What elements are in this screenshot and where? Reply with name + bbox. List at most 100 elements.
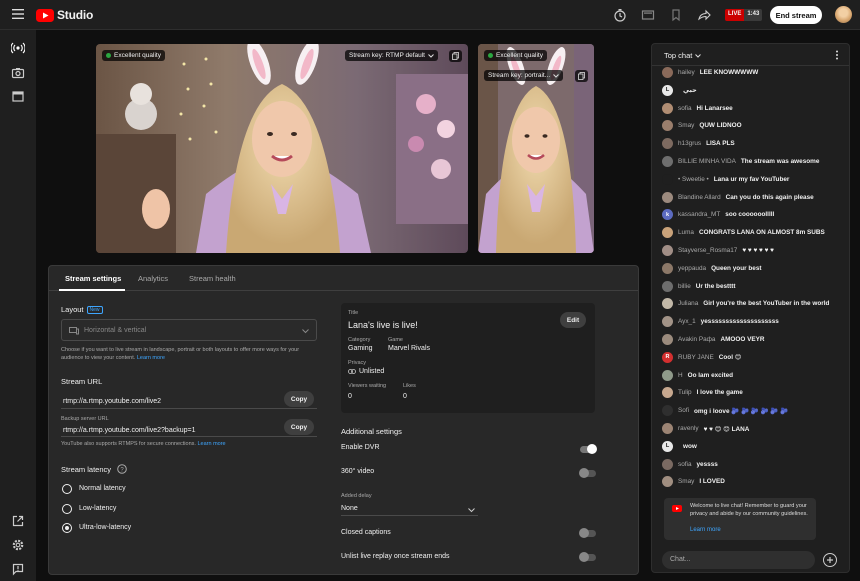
unlist-replay-toggle[interactable] [579,552,596,562]
chat-welcome-text: Welcome to live chat! Remember to guard … [690,503,808,517]
stream-url-field[interactable]: rtmp://a.rtmp.youtube.com/live2 [61,391,317,409]
stream-settings-panel: Stream settings Analytics Stream health … [48,265,639,575]
chat-author[interactable]: kassandra_MT [678,211,720,218]
live-timer-badge: LIVE 1:43 [725,9,763,21]
vertical-copy-icon[interactable] [575,70,588,82]
calendar-icon[interactable] [11,89,25,103]
chat-author[interactable]: sofia [678,105,692,112]
chat-author[interactable]: Smay [678,478,694,485]
live-label: LIVE [725,9,745,21]
more-vert-icon[interactable] [835,50,839,60]
chat-author[interactable]: Avakin Paфa [678,336,715,343]
title-field-label: Title [348,310,359,316]
rtmps-learn-more-link[interactable]: Learn more [197,441,225,447]
normal-latency-radio[interactable] [62,484,72,494]
help-question-icon[interactable]: ? [117,464,127,474]
tab-stream-settings[interactable]: Stream settings [65,274,121,283]
copy-icon[interactable] [449,50,462,62]
chat-author[interactable]: H [678,372,683,379]
chat-text: The stream was awesome [740,158,820,165]
enable-dvr-toggle[interactable] [580,444,597,454]
chat-mode-selector[interactable]: Top chat [664,51,702,60]
chat-text: Queen your best [711,264,762,272]
chat-text: ♥ ♥ 😊 😊 LANA [703,425,750,433]
chat-author[interactable]: Smay [678,122,694,129]
end-stream-button[interactable]: End stream [770,6,822,24]
backup-url-field[interactable]: rtmp://a.rtmp.youtube.com/live2?backup=1 [61,419,317,437]
chat-author[interactable]: yeppauda [678,265,706,272]
chat-author[interactable]: billie [678,283,691,290]
chat-mode-label: Top chat [664,51,693,60]
privacy-value: Unlisted [359,368,385,375]
chat-avatar [662,280,673,292]
main-stream-preview[interactable]: Excellent quality Stream key: RTMP defau… [96,44,468,253]
picture-in-picture-icon[interactable] [641,8,655,22]
chat-text: Cool 😊 [718,354,742,362]
likes-label: Likes [403,383,416,389]
chat-author[interactable]: Sofi [678,407,689,414]
closed-captions-toggle[interactable] [579,528,596,538]
vertical-quality-label: Excellent quality [496,52,543,59]
chat-author[interactable]: Tulip [678,389,692,396]
chat-author[interactable]: RUBY JANE [678,354,714,361]
chat-author[interactable]: Ayx_1 [678,318,696,325]
share-icon[interactable] [697,8,711,22]
chat-author[interactable]: ravenly [678,425,699,432]
chat-text: Hi Lanarsee [696,104,733,112]
chat-input[interactable]: Chat... [662,551,815,569]
chat-author[interactable]: • Sweetie • [678,176,709,183]
chat-message: Avakin Paфa AMOOO VEYR [662,334,848,345]
tab-analytics[interactable]: Analytics [138,274,168,283]
added-delay-select[interactable]: None [341,501,478,516]
link-icon [348,369,356,374]
added-delay-label: Added delay [341,493,372,499]
chat-welcome-learn-more[interactable]: Learn more [690,527,721,533]
layout-select[interactable]: Horizontal & vertical [61,319,317,341]
chat-message: L حبي [662,84,848,96]
feedback-icon[interactable] [11,562,25,576]
quality-indicator: Excellent quality [102,50,165,61]
settings-gear-icon[interactable] [11,538,25,552]
chat-author[interactable]: sofia [678,461,692,468]
top-bar: Studio LIVE 1:43 End stream [0,0,860,30]
chat-avatar [662,227,673,239]
vertical-stream-key-selector[interactable]: Stream key: portrait... [484,70,564,81]
chat-author[interactable]: hailey [678,69,695,76]
low-latency-radio[interactable] [62,504,72,514]
stream-key-selector[interactable]: Stream key: RTMP default [345,50,438,61]
account-avatar[interactable] [835,6,852,23]
youtube-small-icon [672,505,682,512]
chat-text: soo coooooolllll [725,211,775,219]
layout-learn-more-link[interactable]: Learn more [137,355,165,361]
external-link-icon[interactable] [11,514,25,528]
tab-stream-health[interactable]: Stream health [189,274,236,283]
ultra-low-latency-radio[interactable] [62,523,72,533]
chat-author[interactable]: h13grus [678,140,701,147]
copy-stream-url-button[interactable]: Copy [284,391,314,407]
live-broadcast-icon[interactable] [11,41,25,55]
chat-text: yessss [696,460,718,468]
chat-avatar [662,138,673,150]
camera-icon[interactable] [11,66,25,80]
active-tab-underline [59,289,125,291]
bookmark-icon[interactable] [669,8,683,22]
video-360-toggle[interactable] [579,468,596,478]
chat-author[interactable]: Juliana [678,300,698,307]
chat-author[interactable]: Stayverse_Rosma17 [678,247,737,254]
youtube-studio-logo[interactable]: Studio [36,8,93,22]
menu-icon[interactable] [12,9,24,19]
timer-icon[interactable] [613,8,627,22]
vertical-stream-preview[interactable]: Excellent quality Stream key: portrait..… [478,44,594,253]
copy-backup-url-button[interactable]: Copy [284,419,314,435]
chat-text: ♥ ♥ ♥ ♥ ♥ ♥ [742,247,774,254]
chat-author[interactable]: Blandine Allard [678,194,721,201]
stream-title: Lana's live is live! [348,320,418,330]
add-emoji-icon[interactable] [823,553,837,567]
layout-help: Choose if you want to live stream in lan… [61,347,300,361]
edit-details-button[interactable]: Edit [560,312,586,328]
chat-author[interactable]: BILLIE MINHA VIDA [678,158,736,165]
chat-author[interactable]: Luma [678,229,694,236]
chat-avatar [662,369,673,381]
chat-header: Top chat [652,44,849,66]
chat-avatar [662,298,673,310]
